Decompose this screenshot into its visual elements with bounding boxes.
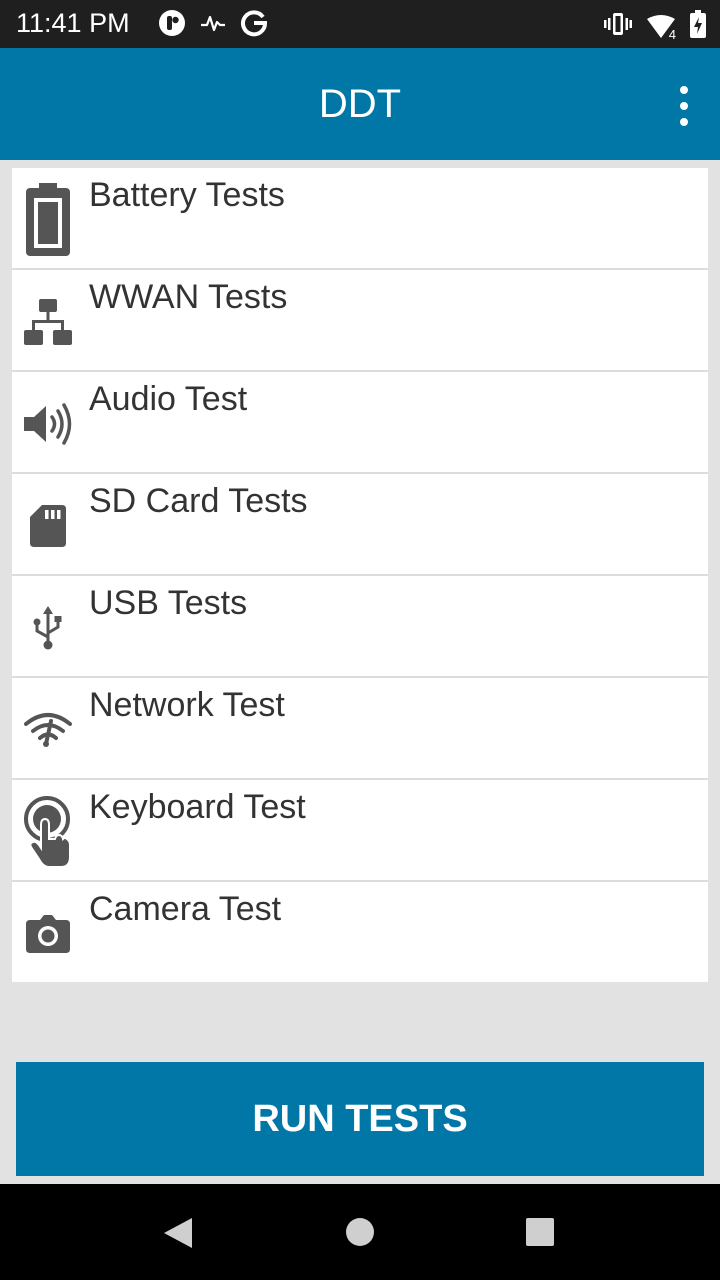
- status-time: 11:41 PM: [16, 8, 130, 38]
- touch-icon: [22, 794, 74, 870]
- list-item-label: Audio Test: [89, 380, 248, 418]
- wifi-icon: [22, 692, 74, 768]
- camera-icon: [22, 896, 74, 972]
- sd-card-icon: [22, 488, 74, 564]
- app-title: DDT: [318, 82, 402, 126]
- status-left-icons: [158, 9, 268, 42]
- signal-icon: 4: [646, 14, 676, 42]
- list-item-sd-card-tests[interactable]: SD Card Tests: [12, 472, 708, 574]
- navigation-bar: [0, 1184, 720, 1280]
- list-item-audio-test[interactable]: Audio Test: [12, 370, 708, 472]
- speaker-icon: [22, 386, 74, 462]
- battery-icon: [22, 182, 74, 258]
- vibrate-icon: [604, 11, 632, 42]
- activity-icon: [200, 11, 226, 40]
- list-item-keyboard-test[interactable]: Keyboard Test: [12, 778, 708, 880]
- list-item-wwan-tests[interactable]: WWAN Tests: [12, 268, 708, 370]
- list-item-label: Keyboard Test: [89, 788, 306, 826]
- recents-icon[interactable]: [525, 1217, 555, 1252]
- usb-icon: [22, 590, 74, 666]
- battery-icon: [690, 10, 706, 43]
- notification-app-icon: [158, 9, 186, 42]
- list-item-usb-tests[interactable]: USB Tests: [12, 574, 708, 676]
- more-vert-icon[interactable]: [676, 86, 692, 126]
- status-bar: 11:41 PM 4: [0, 0, 720, 48]
- list-item-label: SD Card Tests: [89, 482, 308, 520]
- list-item-camera-test[interactable]: Camera Test: [12, 880, 708, 982]
- network-tree-icon: [22, 284, 74, 360]
- list-item-label: Network Test: [89, 686, 285, 724]
- list-item-label: Camera Test: [89, 890, 282, 928]
- list-item-battery-tests[interactable]: Battery Tests: [12, 166, 708, 268]
- list-item-label: WWAN Tests: [89, 278, 288, 316]
- signal-label: 4: [668, 26, 676, 42]
- list-item-label: USB Tests: [89, 584, 248, 622]
- back-icon[interactable]: [162, 1216, 194, 1255]
- list-item-network-test[interactable]: Network Test: [12, 676, 708, 778]
- test-list: Battery Tests WWAN Tests Audio Test SD C…: [12, 166, 708, 982]
- home-icon[interactable]: [345, 1217, 375, 1252]
- list-item-label: Battery Tests: [89, 176, 285, 214]
- run-tests-button[interactable]: RUN TESTS: [16, 1062, 704, 1176]
- app-bar: DDT: [0, 48, 720, 160]
- google-icon: [240, 9, 268, 42]
- status-right-icons: 4: [604, 10, 706, 43]
